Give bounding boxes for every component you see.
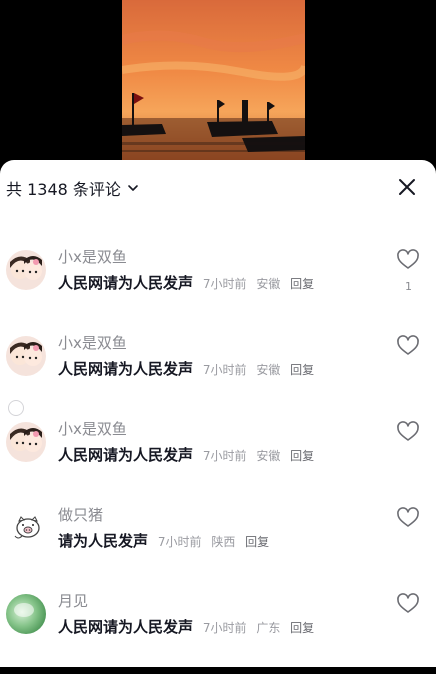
comment-item: 小x是双鱼 人民网请为人民发声 7小时前 安徽 回复 1 <box>0 244 436 330</box>
close-icon[interactable] <box>396 176 418 198</box>
comment-time: 7小时前 <box>202 277 247 291</box>
comment-username[interactable]: 小x是双鱼 <box>58 332 127 353</box>
heart-icon[interactable] <box>396 334 420 358</box>
avatar[interactable] <box>6 422 46 462</box>
comment-location: 安徽 <box>256 363 281 377</box>
comment-text: 人民网请为人民发声 <box>58 618 194 636</box>
comment-location: 安徽 <box>256 449 281 463</box>
reply-button[interactable]: 回复 <box>290 449 314 463</box>
comment-location: 广东 <box>256 621 281 635</box>
comment-location: 陕西 <box>211 535 236 549</box>
comment-username[interactable]: 小x是双鱼 <box>58 246 127 267</box>
comment-body: 人民网请为人民发声 7小时前 广东 回复 <box>58 616 314 637</box>
reply-button[interactable]: 回复 <box>290 363 314 377</box>
reply-button[interactable]: 回复 <box>245 535 269 549</box>
comment-username[interactable]: 小x是双鱼 <box>58 418 127 439</box>
comment-time: 7小时前 <box>202 449 247 463</box>
comment-text: 人民网请为人民发声 <box>58 360 194 378</box>
video-area[interactable] <box>0 0 436 160</box>
avatar[interactable] <box>6 508 46 548</box>
comment-body: 人民网请为人民发声 7小时前 安徽 回复 <box>58 444 314 465</box>
loading-indicator <box>8 400 24 416</box>
reply-button[interactable]: 回复 <box>290 277 314 291</box>
heart-icon[interactable] <box>396 506 420 530</box>
comment-username[interactable]: 做只猪 <box>58 504 103 525</box>
comment-body: 人民网请为人民发声 7小时前 安徽 回复 <box>58 272 314 293</box>
heart-icon[interactable] <box>396 592 420 616</box>
comment-item: 月见 人民网请为人民发声 7小时前 广东 回复 <box>0 588 436 674</box>
comment-text: 请为人民发声 <box>58 532 149 550</box>
comment-count-dropdown[interactable]: 共 1348 条评论 <box>6 176 139 200</box>
comments-panel: 共 1348 条评论 小x是双鱼 人民网请为人民发声 7小时前 安徽 回复 1 … <box>0 160 436 667</box>
comment-time: 7小时前 <box>202 621 247 635</box>
comment-time: 7小时前 <box>202 363 247 377</box>
comments-header: 共 1348 条评论 <box>0 160 436 216</box>
video-thumbnail[interactable] <box>122 0 305 160</box>
avatar[interactable] <box>6 336 46 376</box>
chevron-down-icon <box>128 185 138 191</box>
comment-time: 7小时前 <box>157 535 202 549</box>
comment-text: 人民网请为人民发声 <box>58 274 194 292</box>
comment-body: 人民网请为人民发声 7小时前 安徽 回复 <box>58 358 314 379</box>
like-count: 1 <box>405 280 412 293</box>
reply-button[interactable]: 回复 <box>290 621 314 635</box>
comment-text: 人民网请为人民发声 <box>58 446 194 464</box>
comment-item: 小x是双鱼 人民网请为人民发声 7小时前 安徽 回复 <box>0 330 436 416</box>
heart-icon[interactable] <box>396 248 420 272</box>
heart-icon[interactable] <box>396 420 420 444</box>
comment-count: 共 1348 条评论 <box>6 180 121 199</box>
comment-item: 小x是双鱼 人民网请为人民发声 7小时前 安徽 回复 <box>0 416 436 502</box>
avatar[interactable] <box>6 250 46 290</box>
comment-location: 安徽 <box>256 277 281 291</box>
comment-item: 做只猪 请为人民发声 7小时前 陕西 回复 <box>0 502 436 588</box>
comment-body: 请为人民发声 7小时前 陕西 回复 <box>58 530 269 551</box>
comment-username[interactable]: 月见 <box>58 590 88 611</box>
avatar[interactable] <box>6 594 46 634</box>
